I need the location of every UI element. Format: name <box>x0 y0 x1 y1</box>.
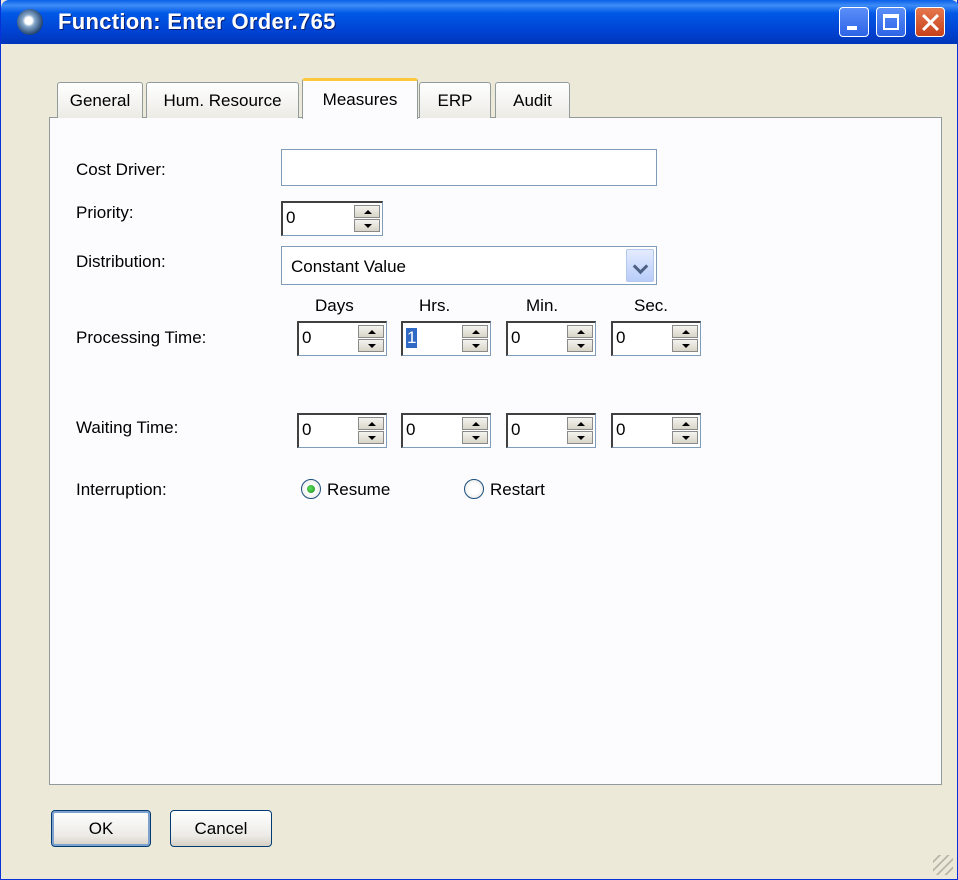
tab-measures[interactable]: Measures <box>302 78 418 119</box>
maximize-button[interactable] <box>876 7 906 37</box>
spin-down-icon[interactable] <box>672 339 698 352</box>
dropdown-arrow-icon[interactable] <box>626 249 654 282</box>
days-header: Days <box>315 296 354 315</box>
title-bar[interactable]: Function: Enter Order.765 <box>1 0 958 44</box>
processing-time-label: Processing Time: <box>76 328 207 347</box>
waiting-time-label: Waiting Time: <box>76 418 179 437</box>
spin-down-icon[interactable] <box>672 431 698 444</box>
restart-radio[interactable] <box>464 479 484 499</box>
processing-hours-value[interactable]: 1 <box>406 328 418 348</box>
spin-up-icon[interactable] <box>672 325 698 338</box>
tab-hum-resource[interactable]: Hum. Resource <box>146 82 299 118</box>
tab-panel-measures <box>49 117 942 785</box>
tab-general[interactable]: General <box>57 82 143 118</box>
priority-stepper[interactable]: 0 <box>281 201 383 236</box>
waiting-seconds-stepper[interactable]: 0 <box>611 413 701 448</box>
distribution-value: Constant Value <box>291 257 406 276</box>
spin-up-icon[interactable] <box>462 417 488 430</box>
distribution-label: Distribution: <box>76 252 166 271</box>
hours-header: Hrs. <box>419 296 451 315</box>
spin-down-icon[interactable] <box>567 431 593 444</box>
processing-minutes-value[interactable]: 0 <box>511 328 520 348</box>
minimize-button[interactable] <box>839 7 869 37</box>
cost-driver-label: Cost Driver: <box>76 160 166 179</box>
waiting-days-value[interactable]: 0 <box>302 420 311 440</box>
waiting-seconds-value[interactable]: 0 <box>616 420 625 440</box>
spin-up-icon[interactable] <box>354 205 380 218</box>
cancel-button[interactable]: Cancel <box>170 810 272 847</box>
spin-down-icon[interactable] <box>358 431 384 444</box>
spin-down-icon[interactable] <box>358 339 384 352</box>
interruption-label: Interruption: <box>76 480 167 499</box>
spin-down-icon[interactable] <box>462 339 488 352</box>
resume-radio[interactable] <box>301 479 321 499</box>
distribution-select[interactable]: Constant Value <box>281 246 657 285</box>
processing-days-stepper[interactable]: 0 <box>297 321 387 356</box>
priority-label: Priority: <box>76 203 134 222</box>
waiting-hours-value[interactable]: 0 <box>406 420 415 440</box>
spin-up-icon[interactable] <box>567 325 593 338</box>
spin-down-icon[interactable] <box>567 339 593 352</box>
cost-driver-input[interactable] <box>281 149 657 186</box>
spin-up-icon[interactable] <box>672 417 698 430</box>
waiting-days-stepper[interactable]: 0 <box>297 413 387 448</box>
seconds-header: Sec. <box>634 296 669 315</box>
spin-down-icon[interactable] <box>354 219 380 232</box>
restart-radio-label[interactable]: Restart <box>490 480 545 500</box>
ok-button[interactable]: OK <box>51 810 151 847</box>
waiting-minutes-value[interactable]: 0 <box>511 420 520 440</box>
resume-radio-label[interactable]: Resume <box>327 480 390 500</box>
processing-hours-stepper[interactable]: 1 <box>401 321 491 356</box>
minutes-header: Min. <box>526 296 559 315</box>
spin-up-icon[interactable] <box>358 417 384 430</box>
close-button[interactable] <box>915 7 945 37</box>
tab-audit[interactable]: Audit <box>495 82 570 118</box>
spin-up-icon[interactable] <box>358 325 384 338</box>
spin-up-icon[interactable] <box>462 325 488 338</box>
priority-value[interactable]: 0 <box>286 208 295 228</box>
processing-minutes-stepper[interactable]: 0 <box>506 321 596 356</box>
spin-up-icon[interactable] <box>567 417 593 430</box>
processing-seconds-value[interactable]: 0 <box>616 328 625 348</box>
waiting-hours-stepper[interactable]: 0 <box>401 413 491 448</box>
window-title: Function: Enter Order.765 <box>58 9 336 34</box>
processing-seconds-stepper[interactable]: 0 <box>611 321 701 356</box>
processing-days-value[interactable]: 0 <box>302 328 311 348</box>
size-grip-icon[interactable] <box>933 855 953 875</box>
spin-down-icon[interactable] <box>462 431 488 444</box>
waiting-minutes-stepper[interactable]: 0 <box>506 413 596 448</box>
app-icon[interactable] <box>17 9 43 35</box>
dialog-window: Function: Enter Order.765 General Hum. R… <box>0 0 958 880</box>
tab-erp[interactable]: ERP <box>419 82 491 118</box>
